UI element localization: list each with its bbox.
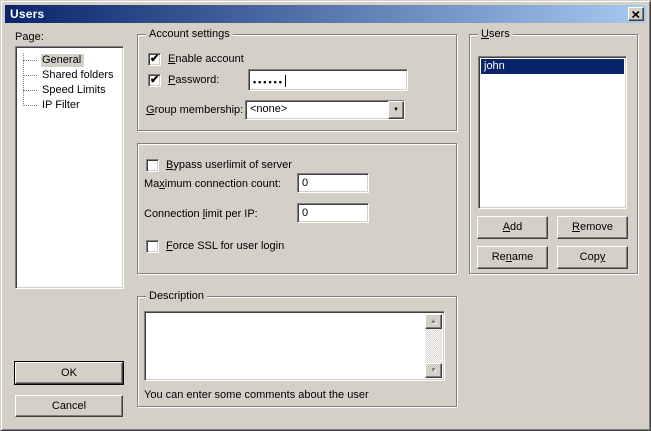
tree-item-label: Speed Limits (41, 84, 109, 97)
max-connection-input[interactable] (297, 173, 369, 193)
titlebar[interactable]: Users (5, 5, 646, 23)
close-icon (632, 11, 640, 18)
ok-button[interactable]: OK (15, 362, 123, 384)
enable-account-checkbox[interactable] (148, 53, 161, 66)
force-ssl-label[interactable]: Force SSL for user login (166, 240, 284, 253)
users-list-items: john (481, 59, 624, 206)
tree-item-label: IP Filter (41, 99, 83, 112)
enable-account-label[interactable]: Enable account (168, 53, 244, 66)
group-membership-dropdown-button[interactable]: ▼ (388, 101, 404, 119)
user-name: john (484, 60, 505, 72)
group-membership-label: Group membership: (146, 104, 243, 117)
window-title: Users (10, 7, 44, 21)
password-masked-value: •••••• (253, 77, 284, 87)
chevron-down-icon: ▼ (393, 107, 399, 113)
account-settings-group: Account settings Enable account Password… (137, 34, 457, 131)
description-group: Description ▲ ▼ You can enter some comme… (137, 296, 457, 407)
tree-item-label: Shared folders (41, 69, 117, 82)
bypass-userlimit-label[interactable]: Bypass userlimit of server (166, 159, 292, 172)
scroll-up-button[interactable]: ▲ (425, 314, 442, 329)
description-title: Description (146, 290, 207, 303)
connection-per-ip-label: Connection limit per IP: (144, 208, 258, 221)
page-tree-items: General Shared folders Speed Limits IP F… (18, 49, 121, 286)
limits-group: Bypass userlimit of server Maximum conne… (137, 143, 457, 274)
force-ssl-checkbox[interactable] (146, 240, 159, 253)
text-caret (285, 75, 286, 87)
users-group: Users john Add Remove Rename Copy (469, 34, 638, 274)
tree-item-shared-folders[interactable]: Shared folders (18, 68, 121, 83)
remove-button[interactable]: Remove (557, 216, 628, 239)
add-button[interactable]: Add (477, 216, 548, 239)
page-tree[interactable]: General Shared folders Speed Limits IP F… (15, 46, 124, 289)
users-group-title: Users (478, 28, 513, 41)
password-label[interactable]: Password: (168, 74, 219, 87)
description-hint: You can enter some comments about the us… (144, 389, 369, 401)
password-input[interactable]: •••••• (248, 69, 408, 91)
account-settings-title: Account settings (146, 28, 233, 41)
users-listbox[interactable]: john (478, 56, 627, 209)
cancel-button[interactable]: Cancel (15, 395, 123, 417)
description-scrollbar[interactable]: ▲ ▼ (425, 314, 442, 378)
tree-item-label: General (41, 54, 84, 67)
scroll-down-button[interactable]: ▼ (425, 363, 442, 378)
group-membership-value: <none> (246, 101, 388, 119)
description-textarea[interactable]: ▲ ▼ (144, 311, 445, 381)
connection-per-ip-input[interactable] (297, 203, 369, 223)
group-membership-select[interactable]: <none> ▼ (245, 100, 405, 120)
tree-item-ip-filter[interactable]: IP Filter (18, 98, 121, 113)
max-connection-label: Maximum connection count: (144, 178, 281, 191)
bypass-userlimit-checkbox[interactable] (146, 159, 159, 172)
close-button[interactable] (628, 7, 644, 21)
user-list-item[interactable]: john (481, 59, 624, 74)
password-checkbox[interactable] (148, 74, 161, 87)
users-dialog: Users Page: General Shared folders Speed… (0, 0, 651, 431)
arrow-up-icon: ▲ (430, 318, 437, 325)
page-label: Page: (15, 31, 44, 43)
copy-button[interactable]: Copy (557, 246, 628, 269)
tree-item-general[interactable]: General (18, 53, 121, 68)
tree-item-speed-limits[interactable]: Speed Limits (18, 83, 121, 98)
arrow-down-icon: ▼ (430, 367, 437, 374)
description-value (147, 314, 425, 378)
rename-button[interactable]: Rename (477, 246, 548, 269)
